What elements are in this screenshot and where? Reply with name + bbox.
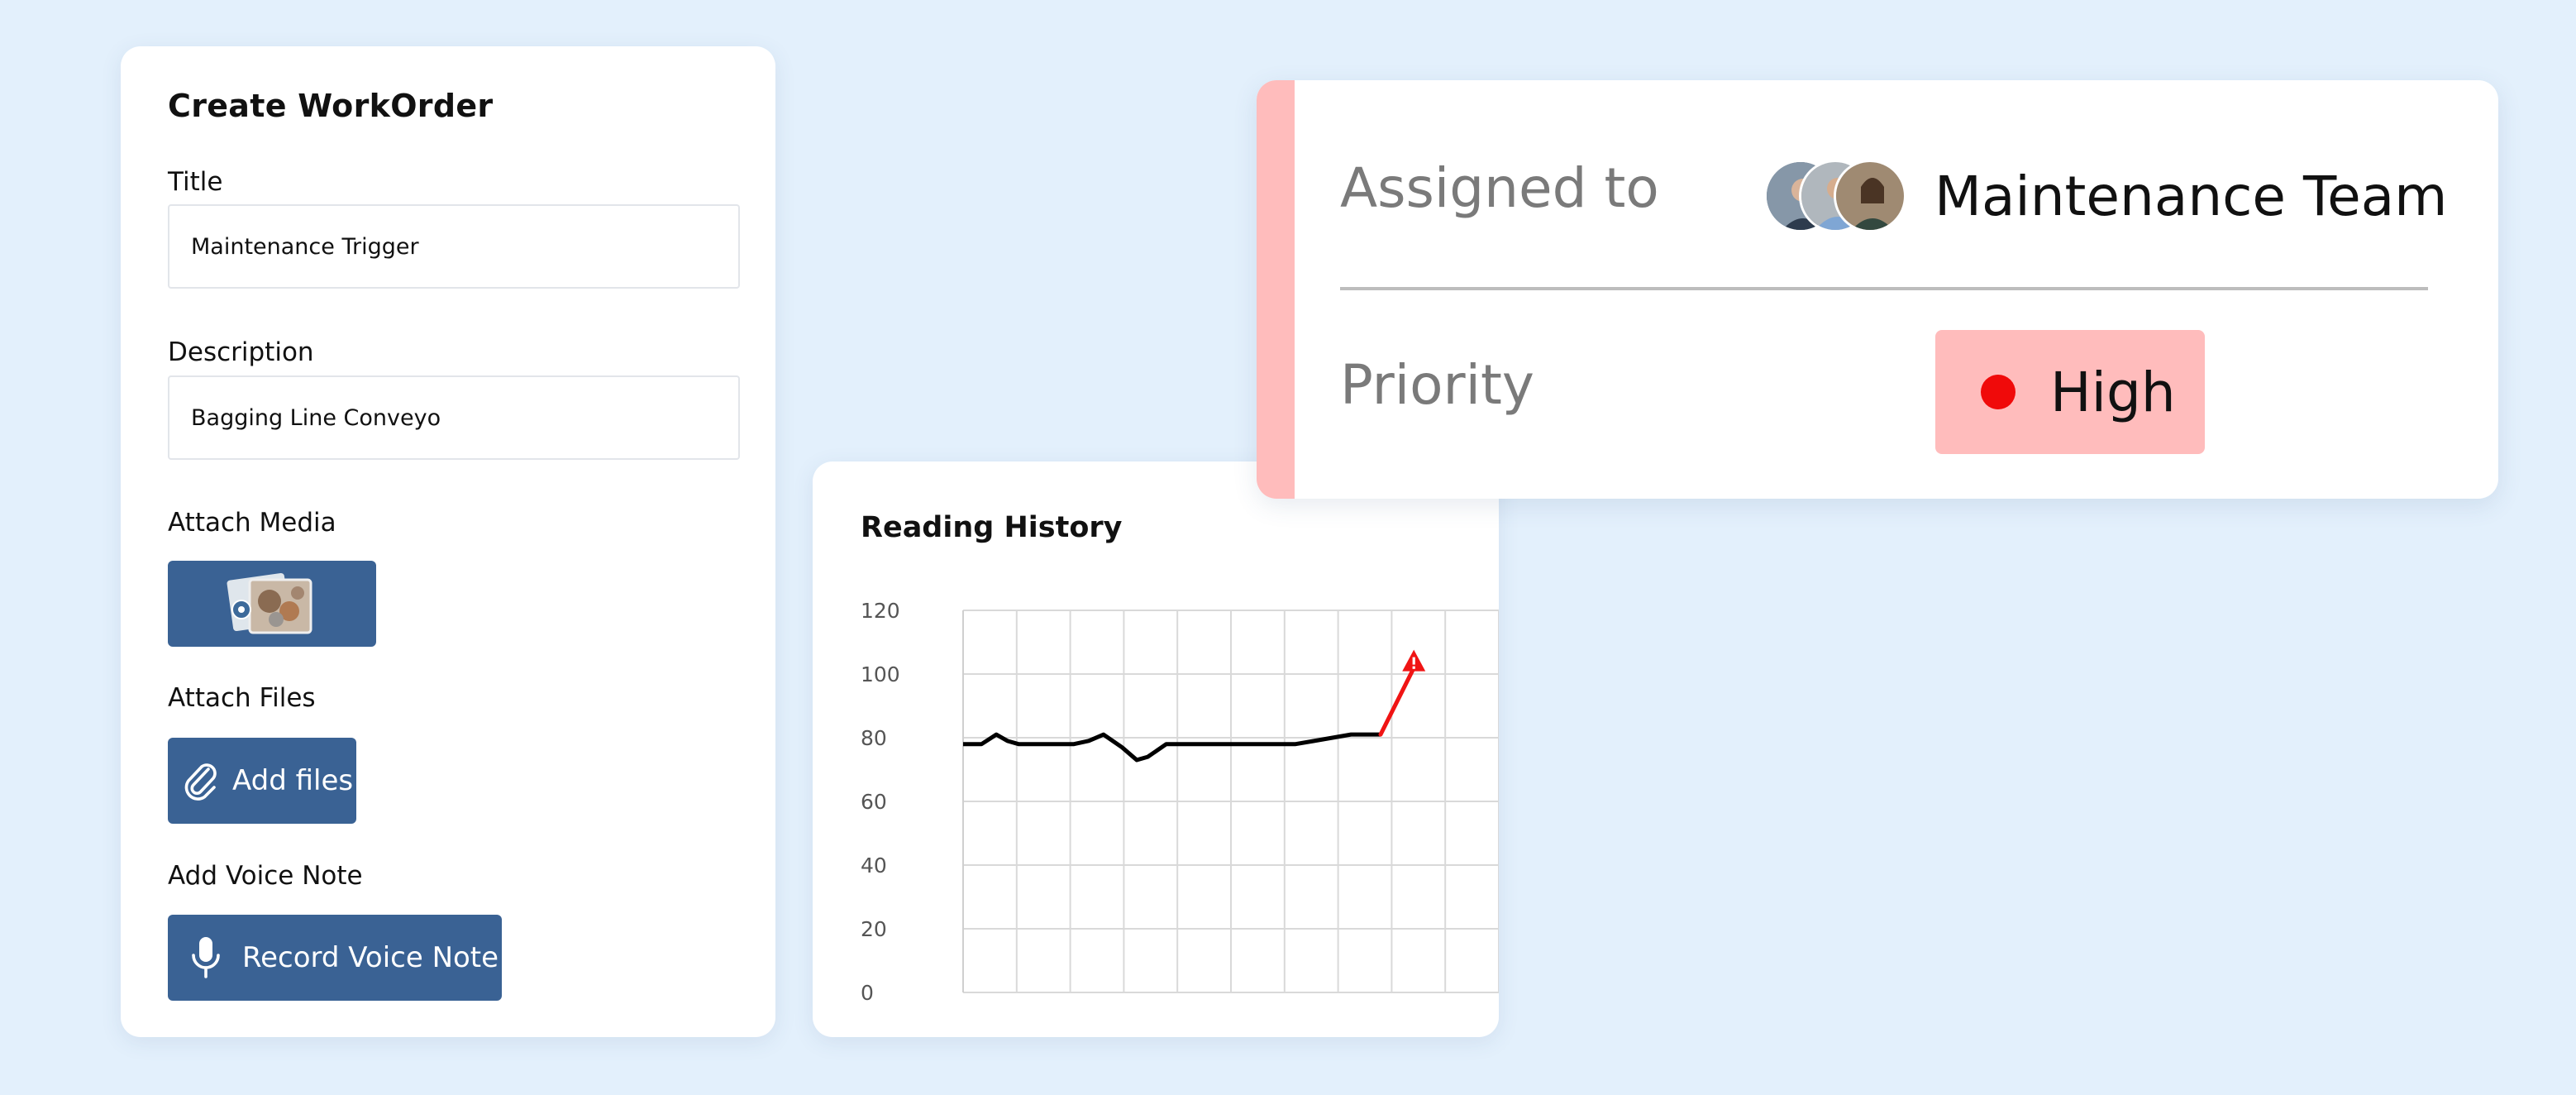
- reading-history-card: Reading History 120 100 80 60 40 20 0: [813, 461, 1499, 1037]
- divider: [1340, 287, 2428, 290]
- form-title: Create WorkOrder: [168, 88, 494, 124]
- attach-files-label: Attach Files: [168, 683, 316, 713]
- warning-triangle-mark: [1412, 657, 1415, 665]
- priority-accent-bar: [1257, 80, 1295, 499]
- y-tick-label: 0: [861, 981, 874, 1005]
- add-files-button[interactable]: Add files: [168, 738, 356, 824]
- image-thumbnail-icon: [227, 572, 312, 634]
- reading-history-chart: 120 100 80 60 40 20 0: [861, 599, 1499, 1005]
- y-tick-label: 60: [861, 790, 887, 814]
- description-label: Description: [168, 337, 314, 367]
- priority-badge[interactable]: High: [1935, 330, 2205, 454]
- title-label: Title: [168, 167, 223, 197]
- attach-media-label: Attach Media: [168, 508, 336, 538]
- y-tick-label: 80: [861, 726, 887, 750]
- warning-triangle-dot: [1412, 666, 1415, 669]
- alert-spike-line: [1378, 666, 1416, 737]
- record-voice-note-label: Record Voice Note: [242, 941, 499, 974]
- y-tick-label: 120: [861, 599, 900, 623]
- create-workorder-card: Create WorkOrder Title Description Attac…: [121, 46, 775, 1037]
- assigned-to-label: Assigned to: [1340, 156, 1659, 220]
- add-files-label: Add files: [232, 764, 354, 797]
- priority-label: Priority: [1340, 353, 1534, 417]
- y-tick-label: 100: [861, 662, 900, 686]
- title-input[interactable]: [168, 204, 740, 289]
- team-name: Maintenance Team: [1934, 165, 2448, 228]
- priority-dot-icon: [1981, 375, 2015, 409]
- attach-media-button[interactable]: [168, 561, 376, 647]
- y-tick-label: 20: [861, 917, 887, 941]
- y-tick-label: 40: [861, 854, 887, 877]
- team-member-avatar: [1834, 160, 1906, 232]
- record-voice-note-button[interactable]: Record Voice Note: [168, 915, 502, 1001]
- description-input[interactable]: [168, 375, 740, 460]
- priority-value: High: [2050, 360, 2176, 424]
- assignment-card: Assigned to Maintenance Team Priority Hi…: [1257, 80, 2498, 499]
- paperclip-icon: [184, 763, 217, 801]
- voice-note-label: Add Voice Note: [168, 861, 363, 891]
- microphone-icon: [192, 937, 220, 978]
